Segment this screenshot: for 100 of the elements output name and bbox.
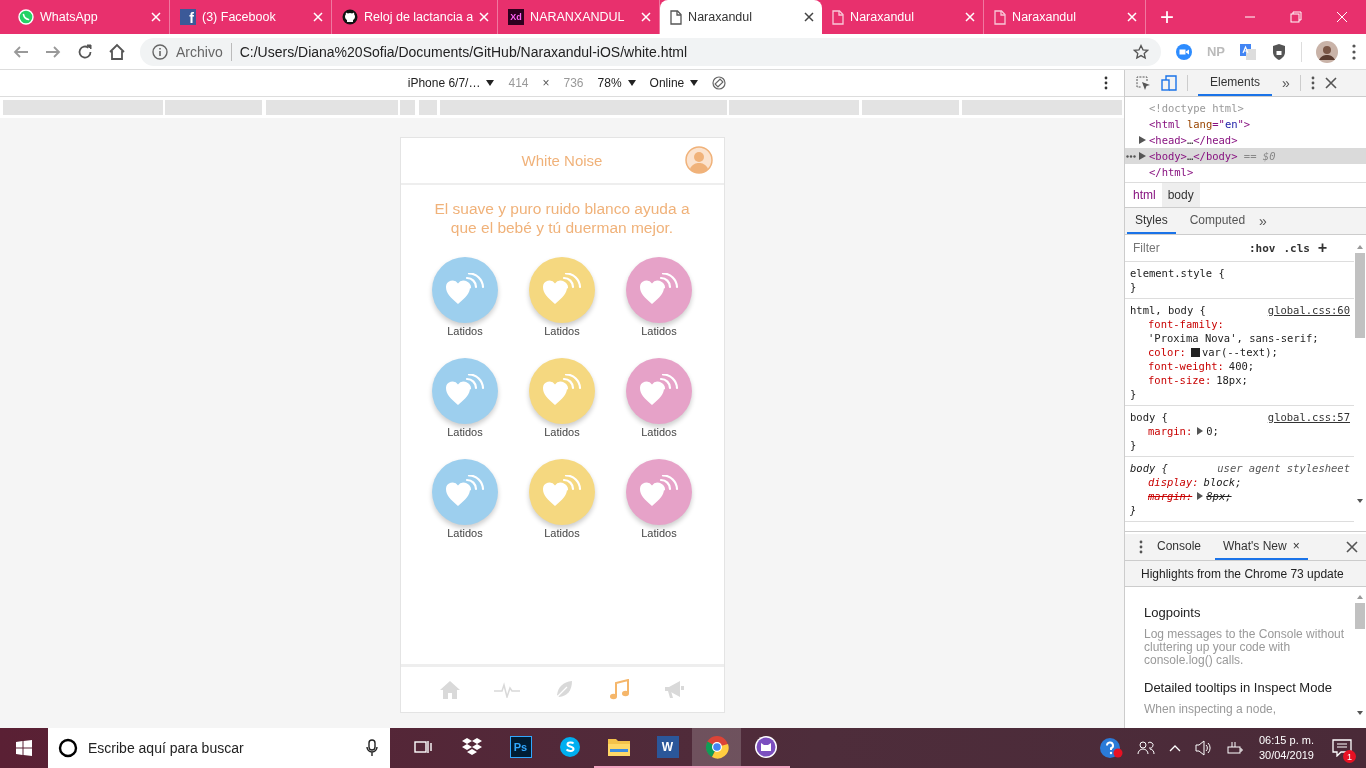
sound-label: Latidos (544, 527, 580, 539)
scheme-label: Archivo (176, 43, 223, 60)
heart-waves-icon (445, 374, 485, 408)
battery-plug-icon[interactable] (1226, 741, 1245, 755)
heart-waves-icon (639, 475, 679, 509)
reload-icon[interactable] (76, 42, 94, 61)
close-icon[interactable] (804, 12, 815, 22)
photoshop-icon: Ps (509, 736, 532, 758)
speaker-icon[interactable] (1194, 740, 1213, 756)
drawer-tab[interactable]: Console (1149, 534, 1210, 560)
css-property: font-weight: (1148, 359, 1224, 373)
browser-tab[interactable]: Naraxandul (660, 0, 823, 34)
home-icon[interactable] (108, 42, 126, 61)
menu-icon[interactable] (1104, 76, 1108, 90)
cat-icon (753, 735, 778, 759)
new-tab-button[interactable]: + (1150, 0, 1185, 34)
expand-arrow-icon[interactable] (1197, 427, 1204, 435)
star-icon[interactable] (1132, 43, 1149, 60)
notification-button[interactable]: 1 (1328, 733, 1356, 763)
sound-label: Latidos (641, 527, 677, 539)
ellipsis-icon[interactable] (1125, 154, 1137, 158)
folder-icon (606, 737, 631, 757)
chat-bubble-icon (18, 9, 34, 25)
zoom-dropdown[interactable]: 78% (597, 76, 636, 90)
search-box[interactable]: Escribe aquí para buscar (48, 728, 390, 768)
expand-arrow-icon[interactable] (1197, 492, 1204, 500)
word-icon: W (656, 736, 679, 758)
dom-node-line[interactable]: <html lang="en"> (1149, 118, 1251, 130)
box-icon (460, 737, 483, 757)
chrome-icon (704, 735, 729, 759)
css-value: 18px; (1216, 373, 1248, 387)
dom-node-line[interactable]: </html> (1149, 166, 1194, 178)
css-property: color: (1148, 345, 1186, 359)
pane-tab[interactable]: Styles (1127, 208, 1176, 234)
heart-waves-icon (542, 273, 582, 307)
css-value: 8px; (1206, 489, 1232, 503)
css-value: 'Proxima Nova', sans-serif; (1148, 331, 1319, 345)
more-tabs-button[interactable]: » (1259, 208, 1267, 234)
heart-waves-icon (639, 374, 679, 408)
page-icon (670, 9, 683, 25)
address-bar[interactable]: Archivo C:/Users/Diana%20Sofia/Documents/GitHub/Naraxandul-iOS/white.html (140, 37, 1161, 66)
people-icon[interactable] (1136, 740, 1155, 756)
translate-icon[interactable] (1239, 42, 1257, 61)
restore-icon[interactable] (1290, 11, 1302, 23)
source-link[interactable]: global.css:57 (1267, 410, 1350, 424)
taskbar-app[interactable]: W (643, 728, 692, 768)
video-camera-icon[interactable] (1174, 42, 1193, 61)
rotate-icon[interactable] (712, 76, 727, 90)
css-selector: body { (1130, 410, 1168, 424)
rule-brace: } (1130, 280, 1138, 294)
feature-title: Detailed tooltips in Inspect Mode (1144, 679, 1333, 697)
more-tabs-button[interactable]: » (1282, 75, 1290, 91)
heart-waves-icon (639, 273, 679, 307)
css-value: 400; (1228, 359, 1255, 373)
caret-icon (627, 80, 636, 86)
inspect-icon[interactable] (1135, 75, 1151, 91)
heart-waves-icon (445, 273, 485, 307)
taskbar-app[interactable]: Ps (496, 728, 545, 768)
expand-arrow-icon[interactable] (1139, 152, 1146, 160)
caret-icon (690, 80, 699, 86)
sound-label: Latidos (447, 527, 483, 539)
css-value: var(--text); (1201, 345, 1278, 359)
dom-node-line[interactable]: <head>…</head> (1149, 134, 1238, 146)
feature-title: Logpoints (1144, 604, 1202, 622)
app-title: White Noise (521, 152, 603, 169)
hov-toggle[interactable]: :hov (1249, 241, 1276, 255)
expand-arrow-icon[interactable] (1139, 136, 1146, 144)
times-sign: × (542, 76, 550, 90)
breadcrumb[interactable]: html (1127, 183, 1162, 207)
sound-label: Latidos (447, 426, 483, 438)
css-selector: html, body { (1130, 303, 1206, 317)
color-swatch[interactable] (1190, 347, 1200, 357)
panel-tab[interactable]: Elements (1198, 70, 1273, 96)
new-rule-button[interactable]: + (1318, 239, 1328, 257)
chevron-up-icon[interactable] (1168, 744, 1181, 752)
heart-waves-icon (542, 374, 582, 408)
source-link[interactable]: global.css:60 (1267, 303, 1350, 317)
breadcrumb[interactable]: body (1161, 183, 1200, 207)
device-dropdown[interactable]: iPhone 6/7/… (407, 76, 495, 90)
feature-description: When inspecting a node, (1144, 703, 1278, 716)
menu-icon[interactable] (1310, 76, 1315, 90)
avatar-icon[interactable] (1316, 40, 1338, 63)
pane-tab[interactable]: Computed (1181, 208, 1254, 234)
microphone-icon[interactable] (366, 739, 378, 757)
menu-icon[interactable] (1139, 540, 1143, 554)
page-icon (994, 9, 1007, 25)
clock[interactable]: 06:15 p. m. 30/04/2019 (1258, 733, 1314, 763)
sound-label: Latidos (544, 426, 580, 438)
cls-toggle[interactable]: .cls (1283, 241, 1310, 255)
menu-icon[interactable] (1352, 43, 1356, 60)
close-icon[interactable] (1324, 77, 1337, 89)
heart-waves-icon (445, 475, 485, 509)
close-icon[interactable] (1346, 541, 1358, 553)
windows-start-icon[interactable] (16, 740, 32, 756)
help-badge-icon[interactable] (1098, 737, 1123, 759)
network-dropdown[interactable]: Online (649, 76, 699, 90)
device-toolbar-icon[interactable] (1161, 75, 1177, 91)
sound-label: Latidos (544, 325, 580, 337)
shield-icon[interactable] (1271, 42, 1287, 61)
css-property: margin: (1148, 424, 1193, 438)
